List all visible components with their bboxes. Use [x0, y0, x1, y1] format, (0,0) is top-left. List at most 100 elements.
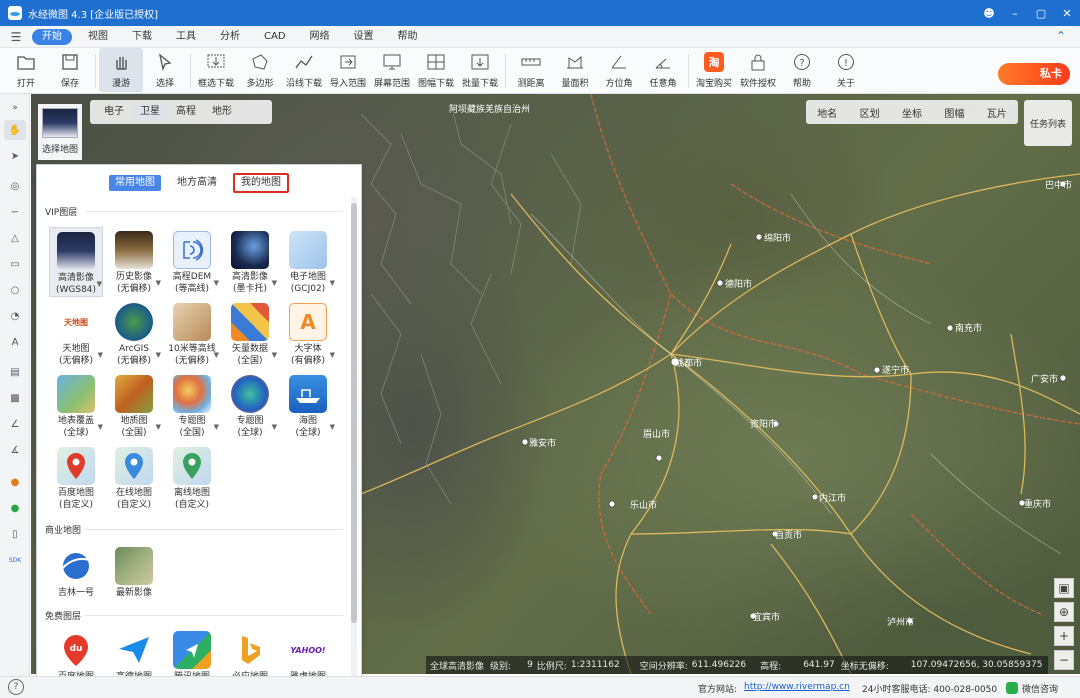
layer-tile-arcgis[interactable]: ArcGIS (无偏移) ▼	[107, 299, 161, 369]
wechat-consult-link[interactable]: 微信咨询	[1022, 682, 1058, 695]
menu-help[interactable]: 帮助	[386, 29, 430, 45]
help-button[interactable]: ? 帮助	[780, 48, 824, 92]
minimize-button[interactable]: –	[1002, 7, 1028, 20]
polygon-rail-icon[interactable]: △	[4, 228, 26, 248]
layer-tile-jilin1[interactable]: 吉林一号	[49, 543, 103, 613]
layer-tile-offline-custom[interactable]: 离线地图 (自定义)	[165, 443, 219, 513]
promo-button[interactable]: 私卡	[998, 63, 1070, 85]
layer-tile-tianditu[interactable]: 天地图 天地图 (无偏移) ▼	[49, 299, 103, 369]
sdk-rail-icon[interactable]: SDK	[4, 550, 26, 570]
menu-cad[interactable]: CAD	[252, 29, 298, 45]
chevron-down-icon[interactable]: ▼	[272, 423, 277, 431]
chevron-down-icon[interactable]: ▼	[214, 279, 219, 287]
line-download-button[interactable]: 沿线下载	[282, 48, 326, 92]
tab-common-maps[interactable]: 常用地图	[109, 175, 161, 191]
measure-distance-button[interactable]: 测距离	[509, 48, 553, 92]
cursor-rail-icon[interactable]: ➤	[4, 146, 26, 166]
hand-rail-icon[interactable]: ✋	[4, 120, 26, 140]
sheet-download-button[interactable]: 图幅下载	[414, 48, 458, 92]
user-icon[interactable]: ☻	[976, 7, 1002, 20]
gps-rail-icon[interactable]: ●	[4, 498, 26, 518]
ruler-rail-icon[interactable]: ▤	[4, 362, 26, 382]
chevron-down-icon[interactable]: ▼	[272, 351, 277, 359]
tab-elevation[interactable]: 高程	[168, 104, 204, 120]
layer-tile-historical[interactable]: 历史影像 (无偏移) ▼	[107, 227, 161, 297]
chevron-down-icon[interactable]: ▼	[98, 423, 103, 431]
locate-icon[interactable]: ⊕	[1054, 602, 1074, 622]
angle-rail-icon[interactable]: ∡	[4, 440, 26, 460]
layer-tile-hd-wgs84[interactable]: 高清影像 (WGS84) ▼	[49, 227, 103, 297]
azimuth-button[interactable]: 方位角	[597, 48, 641, 92]
layer-tile-baidu-custom[interactable]: 百度地图 (自定义)	[49, 443, 103, 513]
website-link[interactable]: http://www.rivermap.cn	[744, 682, 850, 692]
tab-terrain[interactable]: 地形	[204, 104, 240, 120]
menu-analysis[interactable]: 分析	[208, 29, 252, 45]
chevron-down-icon[interactable]: ▼	[272, 279, 277, 287]
menu-view[interactable]: 视图	[76, 29, 120, 45]
hamburger-icon[interactable]: ☰	[0, 30, 32, 44]
menu-network[interactable]: 网络	[298, 29, 342, 45]
layer-tile-10m-contour[interactable]: 10米等高线 (无偏移) ▼	[165, 299, 219, 369]
rectangle-rail-icon[interactable]: ▭	[4, 254, 26, 274]
license-button[interactable]: 软件授权	[736, 48, 780, 92]
layer-tile-online-custom[interactable]: 在线地图 (自定义)	[107, 443, 161, 513]
layer-tile-electronic-gcj02[interactable]: 电子地图 (GCJ02) ▼	[281, 227, 335, 297]
tab-local-hd[interactable]: 地方高清	[171, 175, 223, 191]
text-rail-icon[interactable]: A	[4, 332, 26, 352]
box-download-button[interactable]: 框选下载	[194, 48, 238, 92]
collapse-ribbon-icon[interactable]: ⌃	[1056, 29, 1066, 43]
layer-tile-large-font[interactable]: A 大字体 (有偏移) ▼	[281, 299, 335, 369]
open-button[interactable]: 打开	[4, 48, 48, 92]
layer-tile-land-cover[interactable]: 地表覆盖 (全球) ▼	[49, 371, 103, 441]
layer-tile-dem[interactable]: 高程DEM (等高线) ▼	[165, 227, 219, 297]
chevron-down-icon[interactable]: ▼	[97, 280, 102, 288]
circle-rail-icon[interactable]: ○	[4, 280, 26, 300]
tab-my-maps[interactable]: 我的地图	[233, 173, 289, 193]
layer-tile-geology[interactable]: 地质图 (全国) ▼	[107, 371, 161, 441]
chevron-down-icon[interactable]: ▼	[156, 351, 161, 359]
sector-rail-icon[interactable]: ◔	[4, 306, 26, 326]
overlay-place-names[interactable]: 地名	[817, 105, 837, 120]
tab-satellite[interactable]: 卫星	[132, 104, 168, 120]
azimuth-rail-icon[interactable]: ∠	[4, 414, 26, 434]
about-button[interactable]: ! 关于	[824, 48, 868, 92]
polygon-button[interactable]: 多边形	[238, 48, 282, 92]
select-map-button[interactable]: 选择地图	[38, 104, 82, 160]
chevron-down-icon[interactable]: ▼	[330, 423, 335, 431]
save-button[interactable]: 保存	[48, 48, 92, 92]
layer-tile-nautical[interactable]: 海图 (全球) ▼	[281, 371, 335, 441]
close-button[interactable]: ✕	[1054, 7, 1080, 20]
overlay-sheets[interactable]: 图幅	[944, 105, 964, 120]
layer-tile-vector[interactable]: 矢量数据 (全国) ▼	[223, 299, 277, 369]
fullscreen-icon[interactable]: ▣	[1054, 578, 1074, 598]
expand-rail-icon[interactable]: »	[4, 98, 26, 118]
area-rail-icon[interactable]: ▩	[4, 388, 26, 408]
chevron-down-icon[interactable]: ▼	[156, 423, 161, 431]
overlay-divisions[interactable]: 区划	[860, 105, 880, 120]
globe-rail-icon[interactable]: ●	[4, 472, 26, 492]
maximize-button[interactable]: ▢	[1028, 7, 1054, 20]
batch-download-button[interactable]: 批量下载	[458, 48, 502, 92]
chevron-down-icon[interactable]: ▼	[330, 279, 335, 287]
help-circle-icon[interactable]: ?	[8, 679, 24, 695]
chevron-down-icon[interactable]: ▼	[214, 423, 219, 431]
taobao-buy-button[interactable]: 淘淘宝购买	[692, 48, 736, 92]
screen-range-button[interactable]: 屏幕范围	[370, 48, 414, 92]
task-list-button[interactable]: 任务列表	[1024, 100, 1072, 146]
import-range-button[interactable]: 导入范围	[326, 48, 370, 92]
menu-download[interactable]: 下载	[120, 29, 164, 45]
measure-area-button[interactable]: 量面积	[553, 48, 597, 92]
overlay-tiles[interactable]: 瓦片	[987, 105, 1007, 120]
select-button[interactable]: 选择	[143, 48, 187, 92]
line-rail-icon[interactable]: ∽	[4, 202, 26, 222]
scrollbar-thumb[interactable]	[351, 203, 357, 623]
pan-button[interactable]: 漫游	[99, 48, 143, 92]
chevron-down-icon[interactable]: ▼	[98, 351, 103, 359]
chevron-down-icon[interactable]: ▼	[330, 351, 335, 359]
tab-electronic[interactable]: 电子	[96, 104, 132, 120]
overlay-coordinates[interactable]: 坐标	[902, 105, 922, 120]
panel-scrollbar[interactable]	[351, 197, 357, 689]
menu-start[interactable]: 开始	[32, 28, 72, 45]
device-rail-icon[interactable]: ▯	[4, 524, 26, 544]
zoom-in-button[interactable]: +	[1054, 626, 1074, 646]
